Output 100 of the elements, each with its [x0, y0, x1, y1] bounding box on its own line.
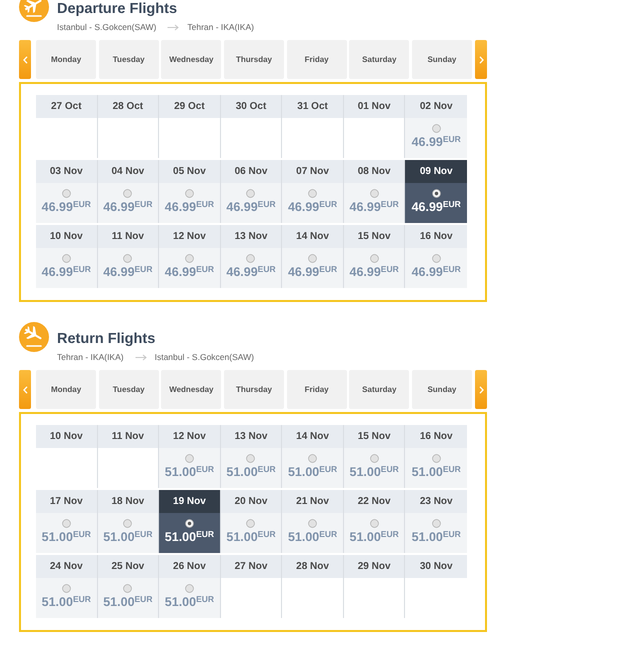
date-cell[interactable]: 26 Nov 51.00$^{EUR}$ — [159, 555, 221, 618]
radio-button[interactable] — [184, 519, 194, 528]
date-cell[interactable]: 15 Nov 51.00$^{EUR}$ — [344, 425, 406, 488]
weekday-header: Monday — [36, 370, 96, 409]
date-label: 09 Nov — [405, 160, 467, 183]
date-cell[interactable]: 10 Nov 46.99$^{EUR}$ — [36, 225, 98, 288]
price-text: 46.99$^{EUR}$ — [164, 265, 214, 279]
radio-button[interactable] — [184, 584, 194, 593]
radio-button[interactable] — [62, 189, 71, 198]
radio-button[interactable] — [308, 254, 318, 263]
date-cell[interactable]: 03 Nov 46.99$^{EUR}$ — [36, 160, 98, 223]
radio-button[interactable] — [246, 189, 256, 198]
radio-button[interactable] — [308, 454, 318, 463]
price-text: 51.00$^{EUR}$ — [103, 530, 152, 544]
next-week-button[interactable] — [475, 370, 487, 409]
date-label: 14 Nov — [282, 425, 343, 448]
radio-button[interactable] — [123, 584, 132, 593]
date-label: 28 Oct — [98, 95, 158, 118]
date-cell[interactable]: 11 Nov 46.99$^{EUR}$ — [98, 225, 160, 288]
radio-button[interactable] — [123, 519, 132, 528]
radio-button[interactable] — [308, 189, 318, 198]
radio-button[interactable] — [246, 519, 256, 528]
radio-button[interactable] — [246, 454, 256, 463]
price-text: 46.99$^{EUR}$ — [412, 265, 461, 279]
price-text: 51.00$^{EUR}$ — [226, 465, 276, 479]
price-text: 46.99$^{EUR}$ — [350, 200, 399, 214]
radio-button[interactable] — [184, 254, 194, 263]
date-label: 05 Nov — [159, 160, 220, 183]
radio-button[interactable] — [184, 189, 194, 198]
radio-button[interactable] — [308, 519, 318, 528]
price-text: 51.00$^{EUR}$ — [164, 465, 214, 479]
weekday-header: Wednesday — [161, 40, 222, 79]
date-label: 08 Nov — [344, 160, 404, 183]
date-cell[interactable]: 13 Nov 46.99$^{EUR}$ — [220, 225, 282, 288]
date-cell[interactable]: 15 Nov 46.99$^{EUR}$ — [344, 225, 406, 288]
date-cell[interactable]: 02 Nov 46.99$^{EUR}$ — [405, 95, 467, 158]
date-cell[interactable]: 19 Nov 51.00$^{EUR}$ — [159, 490, 221, 553]
date-cell[interactable]: 09 Nov 46.99$^{EUR}$ — [405, 160, 467, 223]
date-cell[interactable]: 24 Nov 51.00$^{EUR}$ — [36, 555, 98, 618]
price-text: 46.99$^{EUR}$ — [103, 265, 152, 279]
destination-text: Istanbul - S.Gokcen(SAW) — [154, 352, 254, 363]
date-cell[interactable]: 23 Nov 51.00$^{EUR}$ — [405, 490, 467, 553]
price-text: 51.00$^{EUR}$ — [288, 465, 338, 479]
date-cell[interactable]: 16 Nov 51.00$^{EUR}$ — [405, 425, 467, 488]
section-title: Return Flights — [57, 331, 156, 348]
radio-button[interactable] — [123, 254, 132, 263]
weekday-header: Thursday — [224, 40, 284, 79]
radio-button[interactable] — [123, 189, 132, 198]
radio-button[interactable] — [370, 189, 379, 198]
price-text: 46.99$^{EUR}$ — [350, 265, 399, 279]
weekday-header: Sunday — [412, 40, 472, 79]
date-cell[interactable]: 14 Nov 46.99$^{EUR}$ — [282, 225, 344, 288]
radio-button[interactable] — [184, 454, 194, 463]
chevron-left-icon — [22, 386, 28, 394]
price-text: 51.00$^{EUR}$ — [103, 595, 152, 609]
price-text: 51.00$^{EUR}$ — [164, 530, 214, 544]
radio-button[interactable] — [62, 519, 71, 528]
date-cell[interactable]: 16 Nov 46.99$^{EUR}$ — [405, 225, 467, 288]
date-cell[interactable]: 21 Nov 51.00$^{EUR}$ — [282, 490, 344, 553]
date-cell[interactable]: 18 Nov 51.00$^{EUR}$ — [98, 490, 160, 553]
date-label: 14 Nov — [282, 225, 343, 248]
radio-button[interactable] — [246, 254, 256, 263]
radio-button[interactable] — [432, 454, 441, 463]
date-cell[interactable]: 06 Nov 46.99$^{EUR}$ — [220, 160, 282, 223]
date-label: 10 Nov — [36, 225, 97, 248]
next-week-button[interactable] — [475, 40, 487, 79]
previous-week-button[interactable] — [19, 40, 31, 79]
date-label: 16 Nov — [405, 225, 467, 248]
date-label: 25 Nov — [98, 555, 158, 578]
date-label: 06 Nov — [220, 160, 282, 183]
date-cell[interactable]: 07 Nov 46.99$^{EUR}$ — [282, 160, 344, 223]
date-cell[interactable]: 22 Nov 51.00$^{EUR}$ — [344, 490, 406, 553]
date-cell[interactable]: 17 Nov 51.00$^{EUR}$ — [36, 490, 98, 553]
date-cell[interactable]: 20 Nov 51.00$^{EUR}$ — [220, 490, 282, 553]
price-text: 51.00$^{EUR}$ — [42, 530, 91, 544]
weekday-header: Friday — [286, 40, 347, 79]
radio-button[interactable] — [432, 189, 441, 198]
date-cell[interactable]: 12 Nov 51.00$^{EUR}$ — [159, 425, 221, 488]
date-label: 29 Oct — [159, 95, 220, 118]
date-cell[interactable]: 25 Nov 51.00$^{EUR}$ — [98, 555, 160, 618]
date-cell[interactable]: 14 Nov 51.00$^{EUR}$ — [282, 425, 344, 488]
radio-button[interactable] — [432, 254, 441, 263]
radio-button[interactable] — [62, 584, 71, 593]
date-cell[interactable]: 12 Nov 46.99$^{EUR}$ — [159, 225, 221, 288]
price-text: 51.00$^{EUR}$ — [164, 595, 214, 609]
radio-button[interactable] — [370, 519, 379, 528]
price-text: 46.99$^{EUR}$ — [103, 200, 152, 214]
radio-button[interactable] — [432, 519, 441, 528]
radio-button[interactable] — [432, 124, 441, 133]
radio-button[interactable] — [370, 254, 379, 263]
date-cell[interactable]: 13 Nov 51.00$^{EUR}$ — [220, 425, 282, 488]
previous-week-button[interactable] — [19, 370, 31, 409]
airplane-takeoff-icon — [19, 0, 49, 22]
radio-button[interactable] — [370, 454, 379, 463]
weekday-header: Saturday — [349, 40, 410, 79]
date-cell[interactable]: 04 Nov 46.99$^{EUR}$ — [98, 160, 160, 223]
radio-button[interactable] — [62, 254, 71, 263]
date-cell[interactable]: 05 Nov 46.99$^{EUR}$ — [159, 160, 221, 223]
date-cell[interactable]: 08 Nov 46.99$^{EUR}$ — [344, 160, 406, 223]
date-label: 13 Nov — [220, 425, 282, 448]
